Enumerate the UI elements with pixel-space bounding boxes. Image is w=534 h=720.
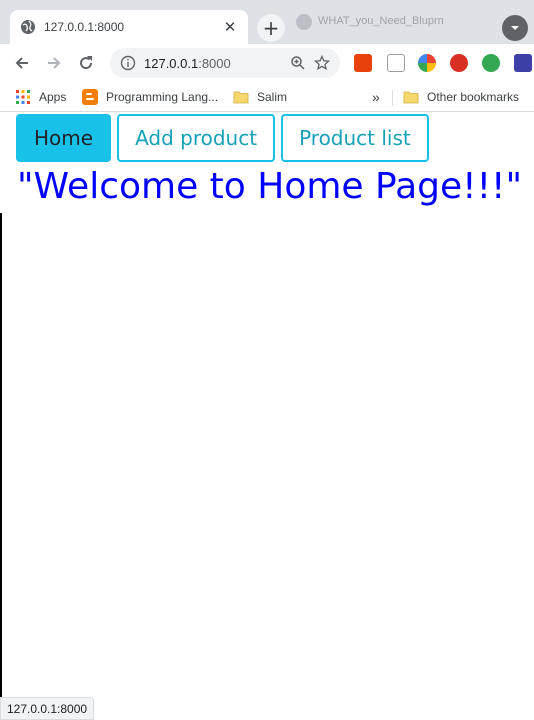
bookmark-other[interactable]: Other bookmarks [403, 89, 519, 105]
forward-button[interactable] [38, 47, 70, 79]
globe-icon [21, 20, 35, 34]
page-content: Home Add product Product list "Welcome t… [0, 113, 534, 720]
bookmark-programming-label: Programming Lang... [106, 90, 219, 104]
back-button[interactable] [6, 47, 38, 79]
close-tab-icon[interactable]: ✕ [222, 18, 238, 36]
apps-grid-icon [16, 90, 30, 104]
tab-strip: 127.0.0.1:8000 ✕ + WHAT_you_Need_Bluprn [0, 0, 534, 44]
address-url[interactable]: 127.0.0.1:8000 [144, 56, 282, 71]
new-tab-button[interactable]: + [257, 14, 285, 42]
star-icon[interactable] [314, 55, 330, 71]
reload-icon [80, 56, 93, 70]
purple-extension-icon[interactable] [514, 54, 532, 72]
bookmark-salim[interactable]: Salim [233, 89, 287, 105]
product-list-button[interactable]: Product list [281, 114, 429, 162]
browser-tab[interactable]: 127.0.0.1:8000 ✕ [10, 10, 248, 44]
browser-toolbar: 127.0.0.1:8000 [0, 44, 534, 82]
bookmarks-overflow-button[interactable]: » [372, 89, 380, 105]
url-host: 127.0.0.1 [144, 55, 199, 71]
window-left-edge [0, 213, 2, 720]
color-extension-icon[interactable] [418, 54, 436, 72]
background-tab-title[interactable]: WHAT_you_Need_Bluprn [318, 15, 444, 27]
tab-title: 127.0.0.1:8000 [44, 20, 125, 34]
status-bar: 127.0.0.1:8000 [0, 697, 95, 720]
reload-button[interactable] [70, 47, 102, 79]
page-nav: Home Add product Product list [16, 114, 435, 162]
bookmarks-bar: Apps Programming Lang... Salim » Other b… [0, 82, 534, 112]
pdf-extension-icon[interactable] [387, 54, 405, 72]
info-icon[interactable] [120, 55, 136, 71]
folder-icon [233, 91, 249, 104]
url-port: :8000 [198, 55, 231, 71]
zoom-icon[interactable] [290, 55, 306, 71]
bookmark-programming[interactable]: Programming Lang... [82, 89, 218, 105]
page-heading: "Welcome to Home Page!!!" [17, 166, 523, 207]
add-product-button[interactable]: Add product [117, 114, 276, 162]
home-button[interactable]: Home [16, 114, 112, 162]
chevron-down-icon [511, 26, 519, 30]
background-tab-icon[interactable] [296, 14, 312, 30]
bookmark-other-label: Other bookmarks [427, 90, 520, 104]
folder-icon [403, 91, 419, 104]
globe-extension-icon[interactable] [482, 54, 500, 72]
blogger-icon [82, 89, 98, 105]
tab-search-button[interactable] [502, 15, 528, 41]
double-chevron-icon: » [372, 89, 380, 105]
bookmark-salim-label: Salim [257, 90, 288, 104]
arrow-left-icon [15, 57, 28, 69]
download-extension-icon[interactable] [354, 54, 372, 72]
bookmark-apps[interactable]: Apps [15, 89, 66, 105]
bookmarks-divider [392, 90, 393, 106]
red-extension-icon[interactable] [450, 54, 468, 72]
bookmark-apps-label: Apps [39, 90, 67, 104]
arrow-right-icon [48, 57, 61, 69]
address-bar[interactable]: 127.0.0.1:8000 [110, 48, 340, 78]
